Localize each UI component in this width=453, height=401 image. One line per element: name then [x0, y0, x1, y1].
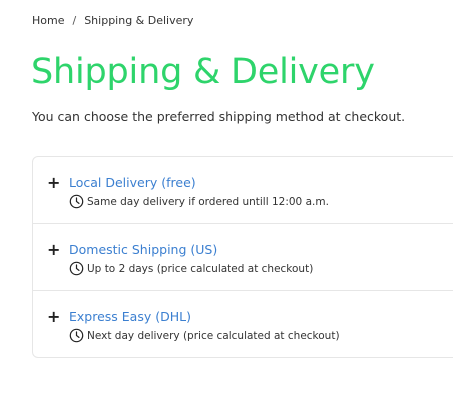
breadcrumb: Home / Shipping & Delivery [32, 13, 193, 29]
delivery-time-text: Up to 2 days (price calculated at checko… [87, 262, 314, 275]
breadcrumb-separator: / [72, 14, 77, 27]
accordion-title[interactable]: Express Easy (DHL) [69, 308, 191, 325]
breadcrumb-home-link[interactable]: Home [32, 13, 64, 29]
accordion-detail: Same day delivery if ordered untill 12:0… [69, 194, 329, 209]
accordion-item-local-delivery[interactable]: + Local Delivery (free) Same day deliver… [33, 157, 453, 224]
expand-plus-icon[interactable]: + [47, 175, 60, 191]
delivery-time-text: Same day delivery if ordered untill 12:0… [87, 195, 329, 208]
page: Home / Shipping & Delivery Shipping & De… [0, 0, 453, 401]
clock-icon [69, 261, 84, 276]
accordion-item-express-easy[interactable]: + Express Easy (DHL) Next day delivery (… [33, 291, 453, 357]
expand-plus-icon[interactable]: + [47, 242, 60, 258]
breadcrumb-current: Shipping & Delivery [84, 14, 194, 27]
shipping-options-accordion: + Local Delivery (free) Same day deliver… [32, 156, 453, 358]
accordion-title[interactable]: Domestic Shipping (US) [69, 241, 217, 258]
expand-plus-icon[interactable]: + [47, 309, 60, 325]
accordion-item-domestic-shipping[interactable]: + Domestic Shipping (US) Up to 2 days (p… [33, 224, 453, 291]
delivery-time-text: Next day delivery (price calculated at c… [87, 329, 340, 342]
accordion-detail: Next day delivery (price calculated at c… [69, 328, 340, 343]
clock-icon [69, 194, 84, 209]
clock-icon [69, 328, 84, 343]
accordion-title[interactable]: Local Delivery (free) [69, 174, 196, 191]
page-subtitle: You can choose the preferred shipping me… [32, 109, 406, 124]
accordion-detail: Up to 2 days (price calculated at checko… [69, 261, 313, 276]
page-title: Shipping & Delivery [31, 52, 375, 92]
